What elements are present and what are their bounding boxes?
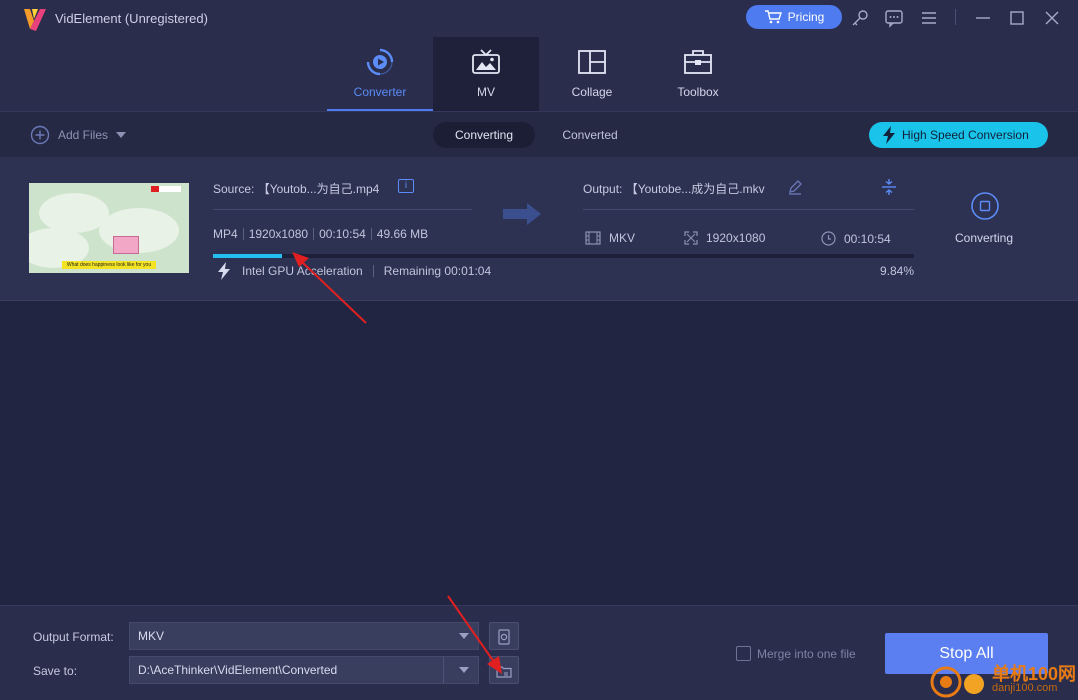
merge-label: Merge into one file — [757, 646, 856, 661]
lightning-icon — [218, 262, 230, 280]
output-format-item: MKV — [585, 231, 635, 245]
info-icon[interactable]: i — [398, 179, 414, 193]
stop-task-icon[interactable] — [970, 191, 1000, 221]
high-speed-conversion-button[interactable]: High Speed Conversion — [869, 122, 1048, 148]
pricing-button[interactable]: Pricing — [746, 5, 842, 29]
close-icon[interactable] — [1042, 8, 1062, 28]
thumbnail-caption: What does happiness look like for you — [62, 261, 156, 269]
clock-icon — [821, 231, 836, 246]
add-circle-icon — [30, 125, 50, 145]
output-resolution: 1920x1080 — [706, 231, 766, 245]
progress-fill — [213, 254, 282, 258]
title-separator — [955, 9, 956, 25]
convert-arrow-icon — [501, 201, 545, 227]
converter-icon — [365, 47, 395, 77]
tab-label: MV — [477, 85, 495, 99]
tab-label: Toolbox — [677, 85, 719, 99]
format-settings-button[interactable] — [489, 622, 519, 650]
mv-icon — [471, 47, 501, 77]
tab-toolbox[interactable]: Toolbox — [645, 37, 751, 111]
output-duration-item: 00:10:54 — [821, 231, 891, 246]
output-duration: 00:10:54 — [844, 231, 891, 246]
compress-icon[interactable] — [880, 178, 898, 196]
output-format-value: MKV — [138, 629, 165, 643]
progress-percent: 9.84% — [879, 264, 914, 278]
output-name: Output: 【Youtobe...成为自己.mkv — [583, 182, 765, 196]
top-bar: VidElement (Unregistered) Pricing Conver… — [0, 0, 1078, 111]
output-format-label: Output Format: — [33, 630, 114, 644]
app-title: VidElement (Unregistered) — [55, 11, 208, 26]
output-format-select[interactable]: MKV — [129, 622, 479, 650]
progress-bar — [213, 254, 914, 258]
resolution-icon — [684, 231, 698, 245]
tab-converter[interactable]: Converter — [327, 37, 433, 111]
watermark: 单机100网 danji100.com — [928, 660, 1078, 700]
tab-label: Collage — [571, 85, 613, 99]
youtube-logo-icon — [151, 186, 181, 192]
source-format: MP4 — [213, 227, 238, 241]
file-task-row: What does happiness look like for you So… — [0, 157, 1078, 301]
save-to-path: D:\AceThinker\VidElement\Converted — [138, 663, 338, 677]
menu-icon[interactable] — [919, 8, 939, 28]
cart-icon — [764, 10, 782, 24]
tab-converting[interactable]: Converting — [433, 122, 535, 148]
app-logo-icon — [20, 5, 48, 33]
open-folder-button[interactable] — [489, 656, 519, 684]
add-files-button[interactable]: Add Files — [30, 125, 127, 145]
watermark-logo-icon — [930, 666, 984, 698]
save-to-select[interactable]: D:\AceThinker\VidElement\Converted — [129, 656, 479, 684]
collage-icon — [577, 47, 607, 77]
source-resolution: 1920x1080 — [248, 227, 309, 241]
bottom-bar: Output Format: MKV Save to: D:\AceThinke… — [0, 605, 1078, 700]
gift-box-icon — [113, 236, 139, 254]
checkbox[interactable] — [736, 646, 751, 661]
key-icon[interactable] — [850, 8, 870, 28]
tab-mv[interactable]: MV — [433, 37, 539, 111]
task-status: Converting — [954, 231, 1014, 245]
chevron-down-icon — [459, 633, 469, 639]
divider — [213, 209, 472, 210]
pricing-label: Pricing — [787, 10, 825, 24]
feedback-icon[interactable] — [884, 8, 904, 28]
high-speed-label: High Speed Conversion — [902, 128, 1029, 142]
source-name: Source: 【Youtob...为自己.mp4 — [213, 182, 380, 196]
video-thumbnail[interactable]: What does happiness look like for you — [29, 183, 189, 273]
acceleration-label: Intel GPU Acceleration — [242, 264, 363, 278]
tab-collage[interactable]: Collage — [539, 37, 645, 111]
maximize-icon[interactable] — [1007, 8, 1027, 28]
divider — [583, 209, 914, 210]
chevron-down-icon[interactable] — [116, 131, 127, 139]
source-meta: MP4 1920x1080 00:10:54 49.66 MB — [213, 227, 428, 241]
merge-checkbox[interactable]: Merge into one file — [736, 646, 856, 661]
folder-icon — [496, 666, 512, 678]
chevron-down-icon — [459, 667, 469, 673]
save-to-label: Save to: — [33, 664, 78, 678]
gear-icon — [498, 629, 510, 645]
tab-label: Converter — [353, 85, 407, 99]
add-files-label: Add Files — [58, 128, 109, 142]
film-icon — [585, 231, 601, 245]
watermark-url: danji100.com — [992, 682, 1058, 694]
edit-icon[interactable] — [787, 179, 803, 195]
minimize-icon[interactable] — [973, 8, 993, 28]
acceleration-info: Intel GPU Acceleration Remaining 00:01:0… — [216, 262, 491, 280]
toolbox-icon — [683, 47, 713, 77]
output-resolution-item: 1920x1080 — [684, 231, 765, 245]
remaining-time: Remaining 00:01:04 — [383, 264, 492, 278]
source-duration: 00:10:54 — [319, 227, 366, 241]
source-size: 49.66 MB — [376, 227, 429, 241]
output-format: MKV — [609, 231, 636, 245]
toolbar: Add Files Converting Converted High Spee… — [0, 111, 1078, 157]
tab-converted[interactable]: Converted — [545, 122, 635, 148]
lightning-icon — [883, 126, 895, 144]
